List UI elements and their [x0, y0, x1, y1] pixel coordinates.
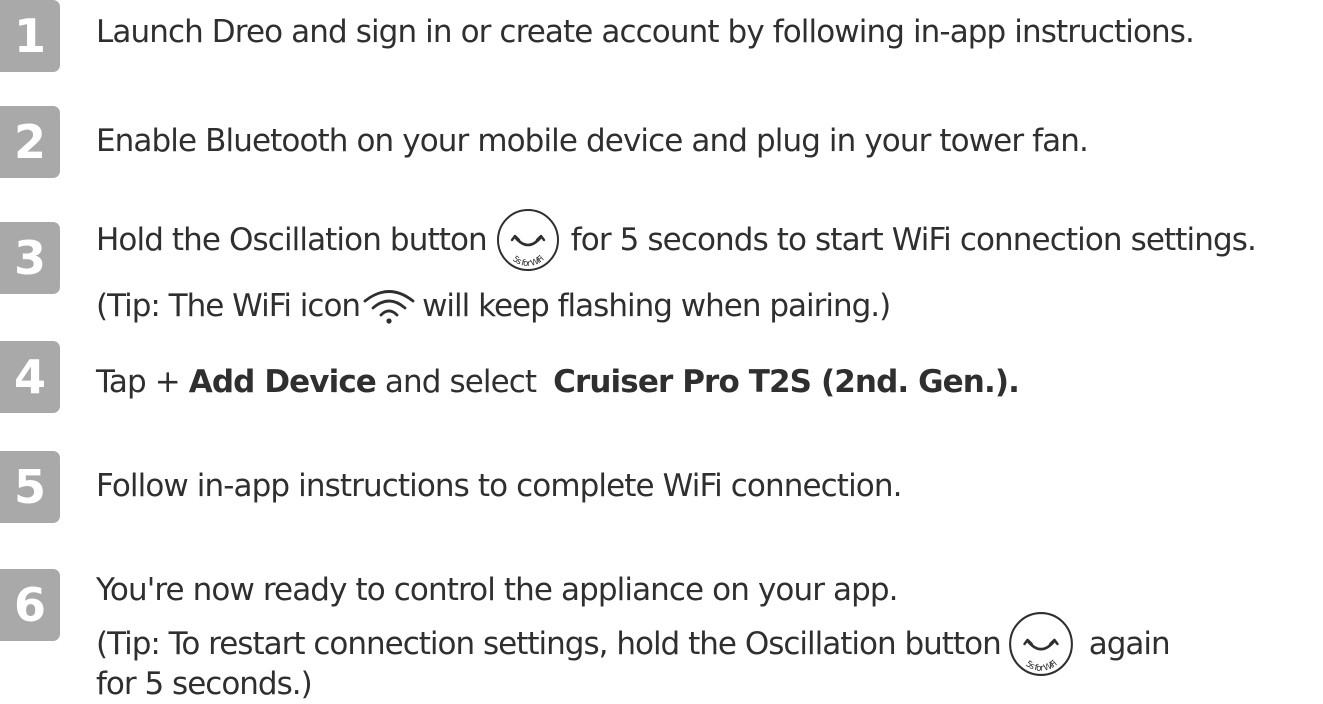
step-tip: (Tip: To restart connection settings, ho…: [96, 612, 1171, 676]
step-number: 1: [13, 9, 46, 63]
step-text: Launch Dreo and sign in or create accoun…: [96, 12, 1195, 52]
step-number: 4: [13, 350, 46, 404]
step-4-bold-model: Cruiser Pro T2S (2nd. Gen.).: [553, 364, 1020, 400]
step-3-tip-before: (Tip: The WiFi icon: [96, 288, 361, 324]
wifi-icon: [363, 290, 415, 324]
step-text: Follow in-app instructions to complete W…: [96, 466, 902, 506]
step-6-tip-before: (Tip: To restart connection settings, ho…: [96, 626, 1002, 662]
step-2-text: Enable Bluetooth on your mobile device a…: [96, 123, 1089, 159]
step-number-badge: 5: [0, 451, 60, 523]
step-text: Tap + Add Device and select Cruiser Pro …: [96, 362, 1020, 402]
step-number-badge: 2: [0, 106, 60, 178]
oscillation-button-icon: 5s for WiFi: [1008, 612, 1073, 676]
step-number-badge: 1: [0, 0, 60, 72]
step-4-text-a: Tap +: [96, 364, 189, 400]
step-number: 6: [13, 578, 46, 632]
step-text: Enable Bluetooth on your mobile device a…: [96, 121, 1089, 161]
step-3-text-after: for 5 seconds to start WiFi connection s…: [570, 222, 1257, 258]
step-text: Hold the Oscillation button 5s for WiFi …: [96, 209, 1257, 271]
step-1-text: Launch Dreo and sign in or create accoun…: [96, 14, 1195, 50]
step-4-bold-add-device: Add Device: [188, 364, 377, 400]
step-3-tip-after: will keep flashing when pairing.): [422, 288, 891, 324]
oscillation-button-icon: 5s for WiFi: [496, 209, 559, 271]
step-number: 2: [13, 115, 46, 169]
step-6-tip-after: again: [1088, 626, 1171, 662]
step-6-tip-line2: for 5 seconds.): [96, 666, 313, 702]
step-6-text: You're now ready to control the applianc…: [96, 572, 899, 608]
step-tip-continued: for 5 seconds.): [96, 664, 313, 704]
step-text: You're now ready to control the applianc…: [96, 570, 899, 610]
step-5-text: Follow in-app instructions to complete W…: [96, 468, 902, 504]
step-number: 3: [13, 231, 46, 285]
step-tip: (Tip: The WiFi icon will keep flashing w…: [96, 286, 891, 326]
step-number: 5: [13, 460, 46, 514]
step-number-badge: 6: [0, 569, 60, 641]
step-3-text-before: Hold the Oscillation button: [96, 222, 488, 258]
step-number-badge: 3: [0, 222, 60, 294]
step-number-badge: 4: [0, 341, 60, 413]
step-4-text-b: and select: [375, 364, 546, 400]
